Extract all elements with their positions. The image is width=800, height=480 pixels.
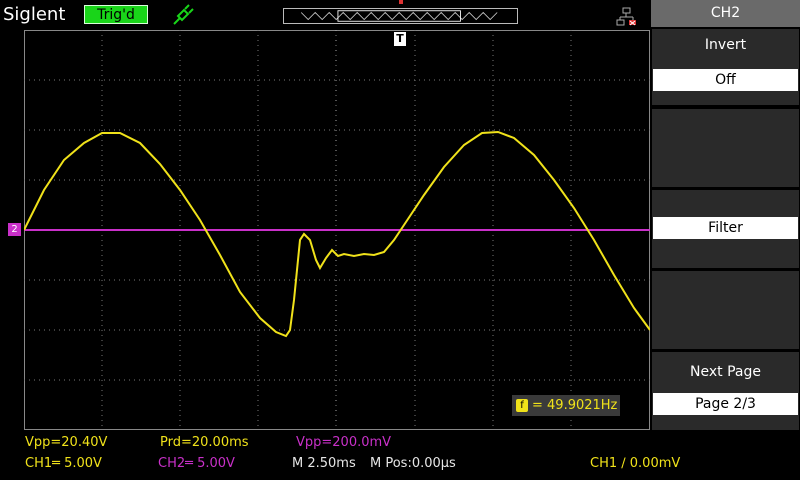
frequency-readout: f = 49.9021Hz <box>512 395 620 416</box>
frequency-icon: f <box>516 399 528 412</box>
channel-menu: CH2 Invert Off Filter Next Page Page 2/3 <box>651 0 800 480</box>
ch2-scale: CH2═ 5.00V <box>158 456 235 471</box>
status-bar: Vpp=20.40V Prd=20.00ms Vpp=200.0mV CH1═ … <box>0 432 680 480</box>
probe-icon <box>173 4 194 25</box>
menu-item-filter[interactable]: Filter <box>652 190 799 268</box>
ch2-ground-marker[interactable]: 2 <box>8 223 21 236</box>
horizontal-position: M Pos:0.00µs <box>370 456 456 471</box>
brand-logo: Siglent <box>3 4 66 25</box>
menu-title: CH2 <box>651 0 800 27</box>
trigger-level: CH1 ∕ 0.00mV <box>590 456 681 471</box>
menu-item-empty-1[interactable] <box>652 109 799 187</box>
network-icon <box>616 7 636 26</box>
ch2-vpp: Vpp=200.0mV <box>296 435 392 450</box>
ch1-vpp: Vpp=20.40V <box>25 435 108 450</box>
page-indicator: Page 2/3 <box>653 393 798 415</box>
menu-item-label: Invert <box>704 37 747 53</box>
filter-label[interactable]: Filter <box>653 217 798 239</box>
ch1-scale: CH1═ 5.00V <box>25 456 102 471</box>
menu-item-next-page[interactable]: Next Page Page 2/3 <box>652 352 799 430</box>
timebase: M 2.50ms <box>292 456 356 471</box>
trigger-position-bar <box>283 8 518 24</box>
ch1-period: Prd=20.00ms <box>160 435 249 450</box>
menu-item-invert[interactable]: Invert Off <box>652 29 799 105</box>
trigger-marker-top <box>399 0 403 4</box>
top-bar: Siglent Trig'd <box>0 0 650 30</box>
trigger-position-marker: T <box>394 32 406 46</box>
menu-item-label: Next Page <box>690 364 761 380</box>
frequency-value: = 49.9021Hz <box>532 398 618 413</box>
menu-item-empty-2[interactable] <box>652 271 799 349</box>
trigger-status-badge: Trig'd <box>84 5 148 24</box>
invert-value[interactable]: Off <box>653 69 798 91</box>
waveform-display[interactable] <box>24 30 650 430</box>
